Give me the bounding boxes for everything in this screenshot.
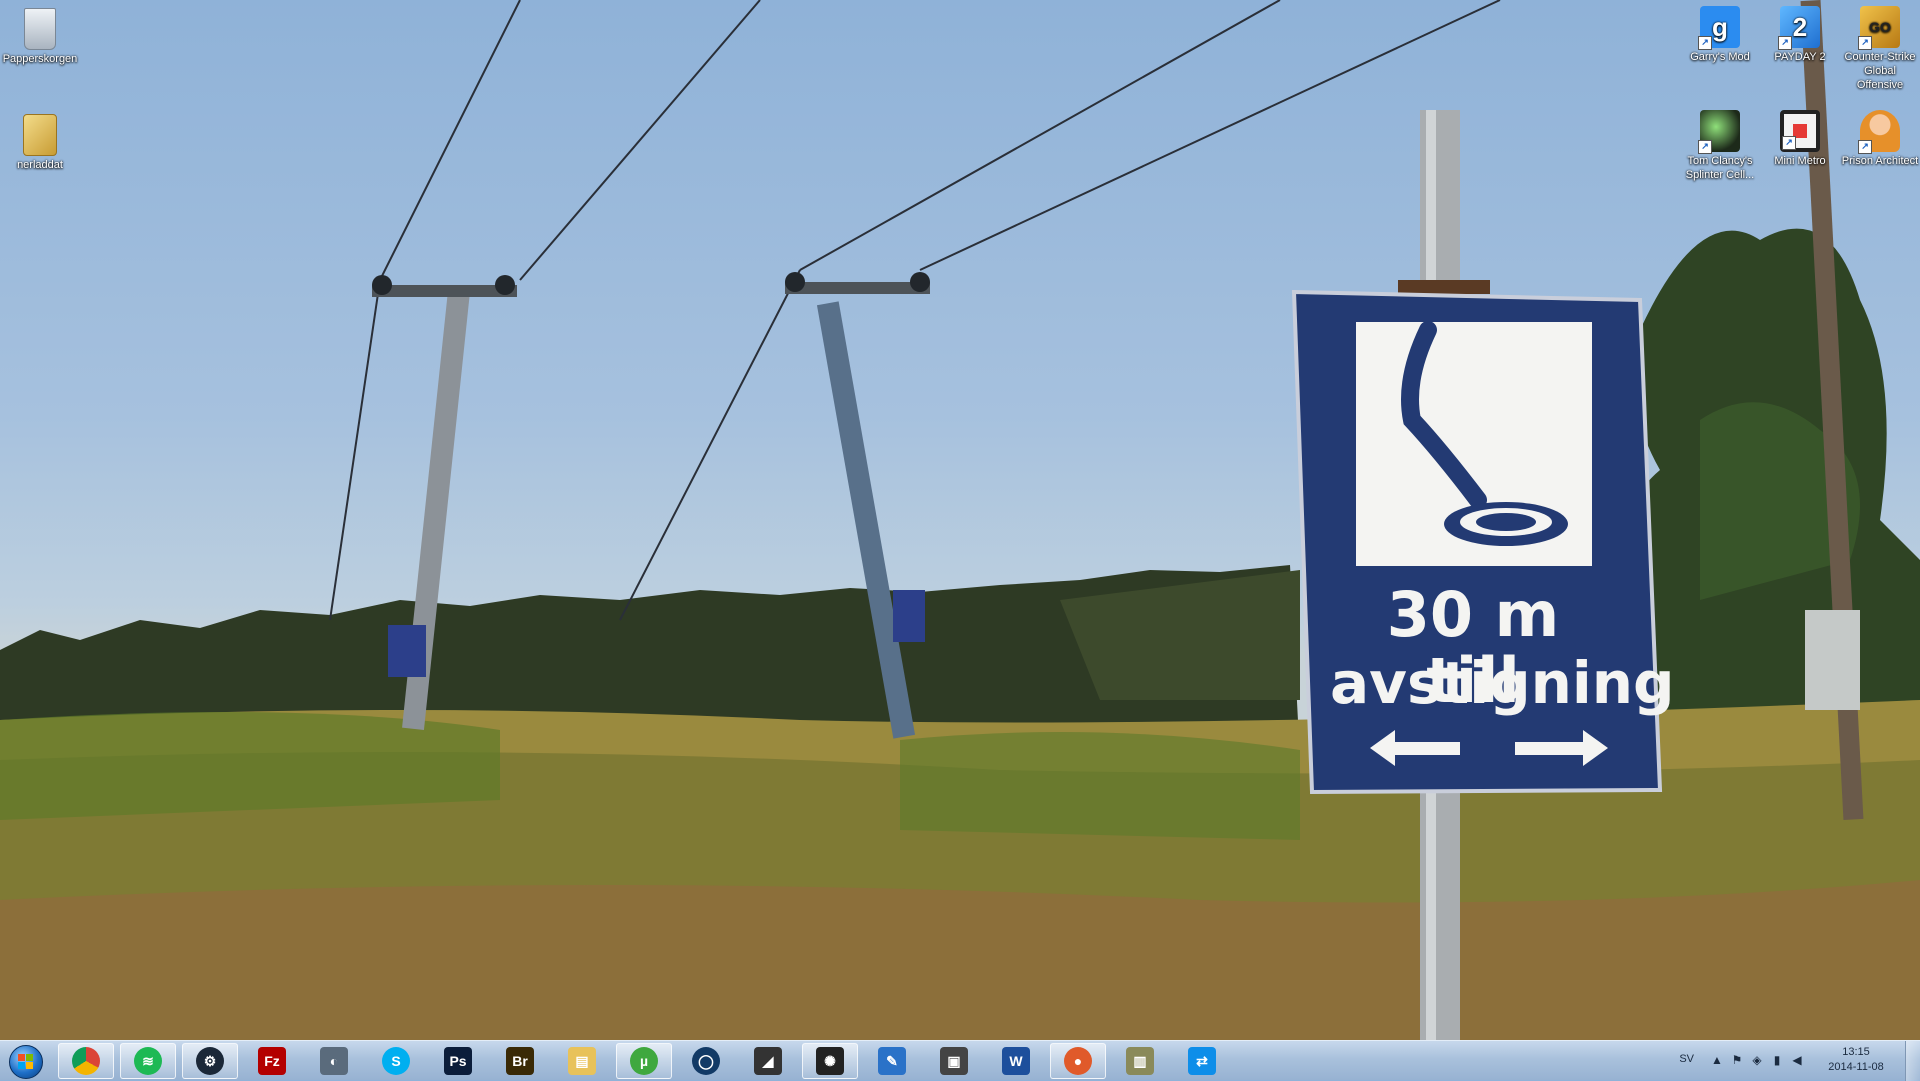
garrys-mod-icon: g ↗: [1698, 6, 1740, 50]
action-center-flag-icon[interactable]: ⚑: [1730, 1053, 1744, 1067]
system-clock[interactable]: 13:15 2014-11-08: [1816, 1045, 1896, 1075]
word-icon: W: [1002, 1047, 1030, 1075]
utorrent-icon: µ: [630, 1047, 658, 1075]
show-desktop-button[interactable]: [1905, 1041, 1920, 1081]
recycle-bin-icon: [24, 8, 56, 50]
taskbar-button-spotify[interactable]: ≋: [120, 1043, 176, 1079]
taskbar-button-filezilla[interactable]: Fz: [244, 1043, 300, 1079]
taskbar-button-photoshop[interactable]: Ps: [430, 1043, 486, 1079]
taskbar-button-movie-maker[interactable]: ▣: [926, 1043, 982, 1079]
show-hidden-icons-icon[interactable]: ▲: [1710, 1053, 1724, 1067]
desktop-icon-recycle-bin[interactable]: Papperskorgen: [0, 2, 80, 66]
desktop-icon-mini-metro[interactable]: ↗ Mini Metro: [1760, 104, 1840, 168]
desktop-icon-prison-architect[interactable]: ↗ Prison Architect: [1840, 104, 1920, 168]
wallpaper-photo: [0, 0, 1920, 1040]
photoshop-icon: Ps: [444, 1047, 472, 1075]
network-icon[interactable]: ◈: [1750, 1053, 1764, 1067]
taskbar-button-steam[interactable]: ⚙: [182, 1043, 238, 1079]
desktop-icon-csgo[interactable]: GO ↗ Counter-Strike Global Offensive: [1840, 0, 1920, 92]
filezilla-icon: Fz: [258, 1047, 286, 1075]
desktop-icon-label: Tom Clancy's Splinter Cell...: [1685, 155, 1755, 181]
taskbar-button-utorrent[interactable]: µ: [616, 1043, 672, 1079]
taskbar-button-notepad[interactable]: ✎: [864, 1043, 920, 1079]
desktop-icon-label: Garry's Mod: [1690, 51, 1750, 63]
taskbar-button-origin[interactable]: ◯: [678, 1043, 734, 1079]
desktop-icon-payday-2[interactable]: 2 ↗ PAYDAY 2: [1760, 0, 1840, 64]
volume-icon[interactable]: ◀: [1790, 1053, 1804, 1067]
chairlift-sign: [1291, 289, 1663, 795]
clock-date: 2014-11-08: [1828, 1061, 1884, 1073]
teamviewer-icon: ⇄: [1188, 1047, 1216, 1075]
sign-text-line2: avstigning: [1330, 649, 1675, 717]
windows-logo-icon: [9, 1045, 43, 1079]
desktop-icon-label: PAYDAY 2: [1774, 51, 1826, 63]
power-icon[interactable]: ▮: [1770, 1053, 1784, 1067]
steam-icon: ⚙: [196, 1047, 224, 1075]
bridge-icon: Br: [506, 1047, 534, 1075]
teamspeak-icon: ◐: [320, 1047, 348, 1075]
taskbar-button-word[interactable]: W: [988, 1043, 1044, 1079]
notepad-icon: ✎: [878, 1047, 906, 1075]
desktop-icon-label: nerladdat: [17, 159, 63, 171]
desktop-icon-label: Counter-Strike Global Offensive: [1844, 51, 1916, 91]
desktop-icon-splinter-cell[interactable]: ↗ Tom Clancy's Splinter Cell...: [1680, 104, 1760, 182]
control-panel-icon: ▥: [1126, 1047, 1154, 1075]
desktop-icon-label: Papperskorgen: [2, 53, 78, 65]
desktop-icon-nerladdat[interactable]: nerladdat: [0, 108, 80, 172]
desktop-icon-label: Mini Metro: [1774, 155, 1826, 167]
wot-icon: ●: [1064, 1047, 1092, 1075]
taskbar-button-bridge[interactable]: Br: [492, 1043, 548, 1079]
taskbar-button-wot[interactable]: ●: [1050, 1043, 1106, 1079]
origin-icon: ◯: [692, 1047, 720, 1075]
splinter-cell-icon: ↗: [1698, 110, 1740, 154]
taskbar-button-teamviewer[interactable]: ⇄: [1174, 1043, 1230, 1079]
taskbar-button-chrome[interactable]: [58, 1043, 114, 1079]
taskbar-button-control-panel[interactable]: ▥: [1112, 1043, 1168, 1079]
notification-area: SV ▲ ⚑ ◈ ▮ ◀ 13:15 2014-11-08: [1660, 1041, 1920, 1081]
skype-icon: S: [382, 1047, 410, 1075]
spotify-icon: ≋: [134, 1047, 162, 1075]
mini-metro-icon: ↗: [1780, 110, 1820, 152]
clock-time: 13:15: [1842, 1046, 1870, 1058]
speaker-app-icon: ◢: [754, 1047, 782, 1075]
steelseries-icon: ✺: [816, 1047, 844, 1075]
desktop-wallpaper: 30 m till avstigning: [0, 0, 1920, 1040]
prison-architect-icon: ↗: [1858, 110, 1900, 154]
movie-maker-icon: ▣: [940, 1047, 968, 1075]
taskbar-button-teamspeak[interactable]: ◐: [306, 1043, 362, 1079]
taskbar-button-speaker-app[interactable]: ◢: [740, 1043, 796, 1079]
taskbar-button-explorer[interactable]: ▤: [554, 1043, 610, 1079]
taskbar: ≋ ⚙ Fz ◐ S Ps Br ▤ µ ◯ ◢ ✺ ✎ ▣ W ● ▥ ⇄ SV ▲ ⚑ ◈ ▮ ◀ 13:15…: [0, 1040, 1920, 1081]
language-indicator[interactable]: SV: [1679, 1053, 1694, 1065]
desktop-icon-label: Prison Architect: [1841, 155, 1919, 167]
taskbar-button-steelseries[interactable]: ✺: [802, 1043, 858, 1079]
explorer-icon: ▤: [568, 1047, 596, 1075]
csgo-icon: GO ↗: [1858, 6, 1900, 50]
chrome-icon: [72, 1047, 100, 1075]
start-button[interactable]: [4, 1043, 48, 1079]
payday-2-icon: 2 ↗: [1778, 6, 1820, 50]
taskbar-button-skype[interactable]: S: [368, 1043, 424, 1079]
desktop-icon-garrys-mod[interactable]: g ↗ Garry's Mod: [1680, 0, 1760, 64]
folder-icon: [23, 114, 57, 156]
